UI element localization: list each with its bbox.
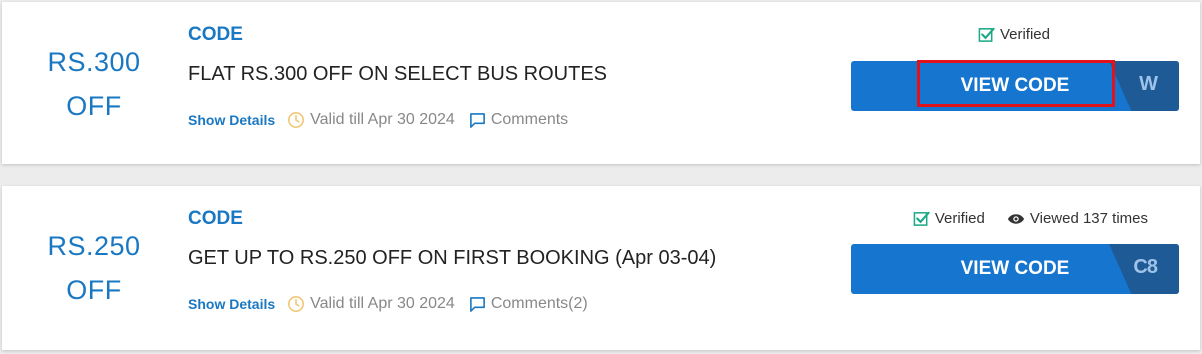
coupon-badges: Verified xyxy=(978,26,1050,43)
coupon-title: GET UP TO RS.250 OFF ON FIRST BOOKING (A… xyxy=(188,247,717,269)
amount-value: RS.300 xyxy=(47,47,141,77)
comment-icon[interactable] xyxy=(469,112,486,129)
comments-link[interactable]: Comments(2) xyxy=(491,295,588,313)
view-code-label: VIEW CODE xyxy=(960,258,1070,279)
show-details-link[interactable]: Show Details xyxy=(188,112,275,128)
valid-till-text: Valid till Apr 30 2024 xyxy=(310,295,455,312)
verified-badge: Verified xyxy=(978,26,1050,43)
verified-check-icon xyxy=(913,211,930,226)
coupon-amount: RS.250 OFF xyxy=(2,224,186,312)
valid-till-text: Valid till Apr 30 2024 xyxy=(310,111,455,128)
show-details-link[interactable]: Show Details xyxy=(188,296,275,312)
coupon-title: FLAT RS.300 OFF ON SELECT BUS ROUTES xyxy=(188,63,607,85)
verified-badge: Verified xyxy=(913,210,985,227)
view-code-button[interactable]: W VIEW CODE xyxy=(851,61,1179,111)
verified-check-icon xyxy=(978,27,995,42)
views-label: Viewed 137 times xyxy=(1029,210,1148,227)
clock-icon xyxy=(288,111,305,129)
verified-label: Verified xyxy=(999,26,1050,43)
verified-label: Verified xyxy=(934,210,985,227)
views-badge: Viewed 137 times xyxy=(1007,210,1148,227)
coupon-badges: Verified Viewed 137 times xyxy=(913,210,1148,227)
view-code-label: VIEW CODE xyxy=(960,75,1070,96)
eye-icon xyxy=(1007,213,1024,224)
coupon-type-label: CODE xyxy=(188,24,243,45)
comment-icon[interactable] xyxy=(469,296,486,313)
amount-suffix: OFF xyxy=(66,275,122,305)
coupon-meta: Show Details Valid till Apr 30 2024 Comm… xyxy=(188,295,588,313)
amount-value: RS.250 xyxy=(47,231,141,261)
coupon-type-label: CODE xyxy=(188,208,243,229)
comments-link[interactable]: Comments xyxy=(491,111,568,129)
amount-suffix: OFF xyxy=(66,91,122,121)
clock-icon xyxy=(288,295,305,313)
coupon-amount: RS.300 OFF xyxy=(2,40,186,128)
coupon-meta: Show Details Valid till Apr 30 2024 Comm… xyxy=(188,111,568,129)
view-code-button[interactable]: C8 VIEW CODE xyxy=(851,244,1179,294)
